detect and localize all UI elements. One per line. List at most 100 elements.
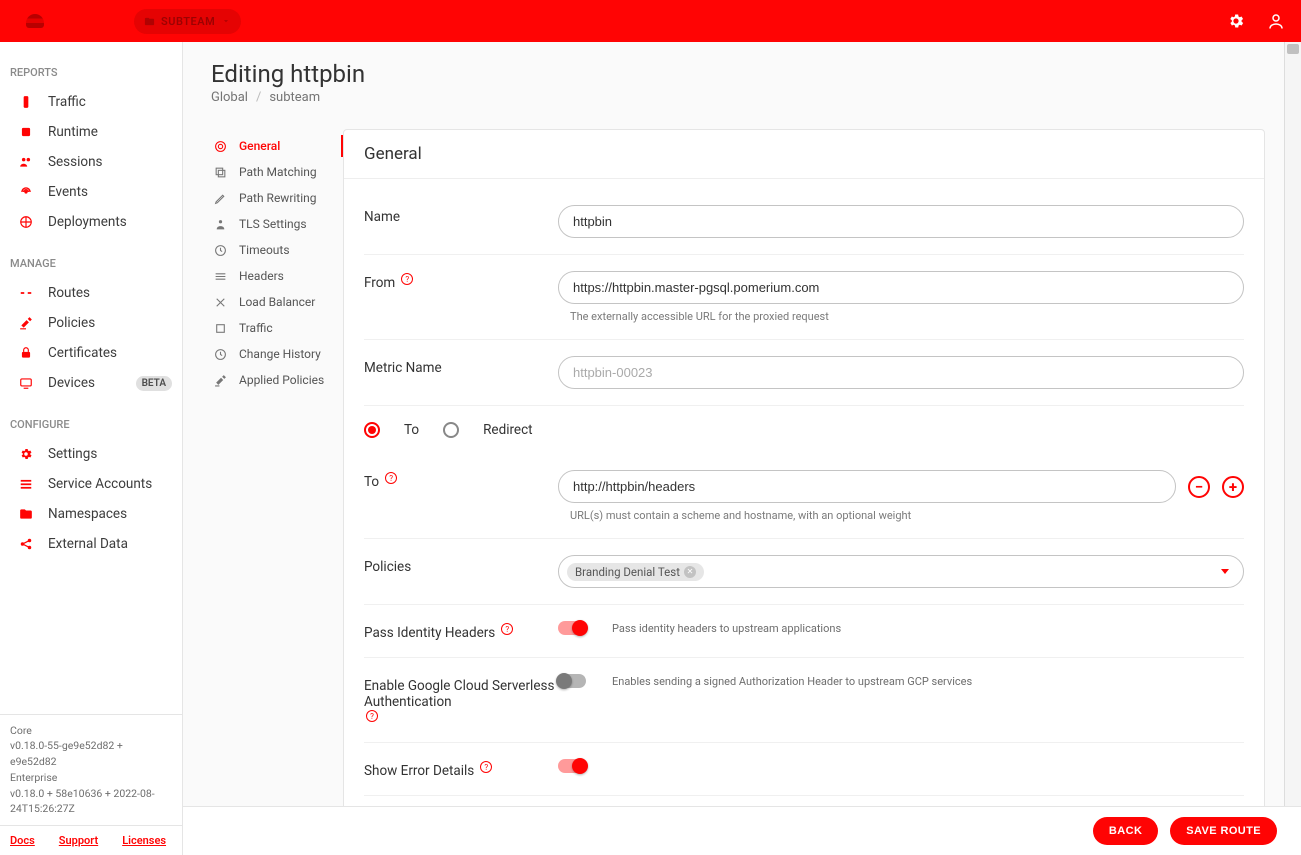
history-icon [213, 347, 227, 361]
help-icon[interactable]: ? [385, 472, 397, 484]
sidebar-item-label: Settings [48, 446, 172, 462]
help-icon[interactable]: ? [401, 273, 413, 285]
sidebar-item-label: Certificates [48, 345, 172, 361]
deploy-icon [18, 214, 34, 230]
subnav-label: Path Rewriting [239, 191, 317, 205]
subnav-tls[interactable]: TLS Settings [211, 211, 327, 237]
person-icon [213, 217, 227, 231]
sidebar-item-label: Deployments [48, 214, 172, 230]
subnav-label: Load Balancer [239, 295, 315, 309]
sidebar-item-traffic[interactable]: Traffic [0, 87, 182, 117]
user-icon[interactable] [1267, 12, 1285, 30]
sidebar-item-events[interactable]: Events [0, 177, 182, 207]
subnav-general[interactable]: General [211, 133, 327, 159]
subnav-traffic[interactable]: Traffic [211, 315, 327, 341]
card-general: General Name From? The externally access… [343, 129, 1265, 855]
policies-select[interactable]: Branding Denial Test✕ [558, 555, 1244, 588]
label-show-error: Show Error Details [364, 763, 474, 779]
version-footer: Core v0.18.0-55-ge9e52d82 + e9e52d82 Ent… [0, 714, 182, 826]
radio-redirect[interactable] [443, 422, 459, 438]
sidebar-item-external-data[interactable]: External Data [0, 529, 182, 559]
copy-icon [213, 165, 227, 179]
pass-identity-toggle[interactable] [558, 621, 586, 635]
sidebar-item-label: Events [48, 184, 172, 200]
share-icon [18, 536, 34, 552]
sidebar-item-label: Namespaces [48, 506, 172, 522]
to-input[interactable] [558, 470, 1176, 503]
docs-link[interactable]: Docs [10, 834, 35, 847]
sidebar-item-runtime[interactable]: Runtime [0, 117, 182, 147]
metric-input[interactable] [558, 356, 1244, 389]
page-title: Editing httpbin [211, 60, 1275, 88]
gcp-toggle[interactable] [558, 674, 586, 688]
remove-url-button[interactable]: − [1188, 476, 1210, 498]
caret-down-icon [1221, 569, 1229, 574]
gavel-icon [213, 373, 227, 387]
show-error-toggle[interactable] [558, 759, 586, 773]
chip-remove-icon[interactable]: ✕ [684, 566, 696, 578]
field-pass-identity: Pass Identity Headers? Pass identity hea… [364, 605, 1244, 658]
back-button[interactable]: BACK [1093, 817, 1158, 845]
subnav-lb[interactable]: Load Balancer [211, 289, 327, 315]
policy-chip: Branding Denial Test✕ [567, 563, 704, 581]
gavel-icon [18, 315, 34, 331]
scrollbar[interactable] [1284, 42, 1301, 855]
pass-identity-desc: Pass identity headers to upstream applic… [612, 622, 841, 635]
namespace-selector[interactable]: SUBTEAM [134, 9, 241, 34]
help-icon[interactable]: ? [501, 623, 513, 635]
subnav-headers[interactable]: Headers [211, 263, 327, 289]
breadcrumb-child[interactable]: subteam [269, 90, 320, 105]
sidebar-item-policies[interactable]: Policies [0, 308, 182, 338]
signal-icon [18, 184, 34, 200]
breadcrumb-root[interactable]: Global [211, 90, 248, 105]
folder-icon [144, 16, 155, 27]
licenses-link[interactable]: Licenses [122, 834, 166, 847]
from-input[interactable] [558, 271, 1244, 304]
help-icon[interactable]: ? [480, 761, 492, 773]
radio-to[interactable] [364, 422, 380, 438]
gear-icon [18, 446, 34, 462]
topbar: SUBTEAM [0, 0, 1301, 42]
sidebar-item-deployments[interactable]: Deployments [0, 207, 182, 237]
sidebar-item-settings[interactable]: Settings [0, 439, 182, 469]
sidebar-item-certificates[interactable]: Certificates [0, 338, 182, 368]
name-input[interactable] [558, 205, 1244, 238]
help-icon[interactable]: ? [366, 710, 378, 722]
scrollbar-thumb[interactable] [1287, 44, 1299, 54]
ent-label: Enterprise [10, 770, 172, 786]
support-link[interactable]: Support [59, 834, 98, 847]
folder-icon [18, 506, 34, 522]
sidebar-item-label: Runtime [48, 124, 172, 140]
lock-icon [18, 345, 34, 361]
ent-version: v0.18.0 + 58e10636 + 2022-08-24T15:26:27… [10, 786, 172, 818]
sidebar-item-devices[interactable]: DevicesBETA [0, 368, 182, 398]
add-url-button[interactable]: + [1222, 476, 1244, 498]
sidebar-item-label: Sessions [48, 154, 172, 170]
gear-icon[interactable] [1227, 12, 1245, 30]
radio-redirect-label: Redirect [483, 422, 532, 438]
subnav-timeouts[interactable]: Timeouts [211, 237, 327, 263]
sidebar-item-routes[interactable]: Routes [0, 278, 182, 308]
subnav-history[interactable]: Change History [211, 341, 327, 367]
core-label: Core [10, 723, 172, 739]
chip-icon [18, 124, 34, 140]
card-title: General [344, 130, 1264, 179]
subnav-path-rewriting[interactable]: Path Rewriting [211, 185, 327, 211]
radio-to-label: To [404, 422, 419, 438]
subnav-applied-policies[interactable]: Applied Policies [211, 367, 327, 393]
save-route-button[interactable]: SAVE ROUTE [1170, 817, 1277, 845]
sidebar-item-namespaces[interactable]: Namespaces [0, 499, 182, 529]
section-configure: CONFIGURE [0, 412, 182, 439]
field-policies: Policies Branding Denial Test✕ [364, 539, 1244, 605]
sidebar-item-sessions[interactable]: Sessions [0, 147, 182, 177]
sidebar: REPORTS Traffic Runtime Sessions Events … [0, 42, 183, 855]
square-icon [213, 321, 227, 335]
breadcrumb: Global / subteam [211, 90, 1275, 105]
label-metric: Metric Name [364, 356, 558, 376]
target-icon [213, 139, 227, 153]
section-reports: REPORTS [0, 60, 182, 87]
label-to: To [364, 474, 379, 490]
field-name: Name [364, 189, 1244, 255]
subnav-path-matching[interactable]: Path Matching [211, 159, 327, 185]
sidebar-item-service-accounts[interactable]: Service Accounts [0, 469, 182, 499]
